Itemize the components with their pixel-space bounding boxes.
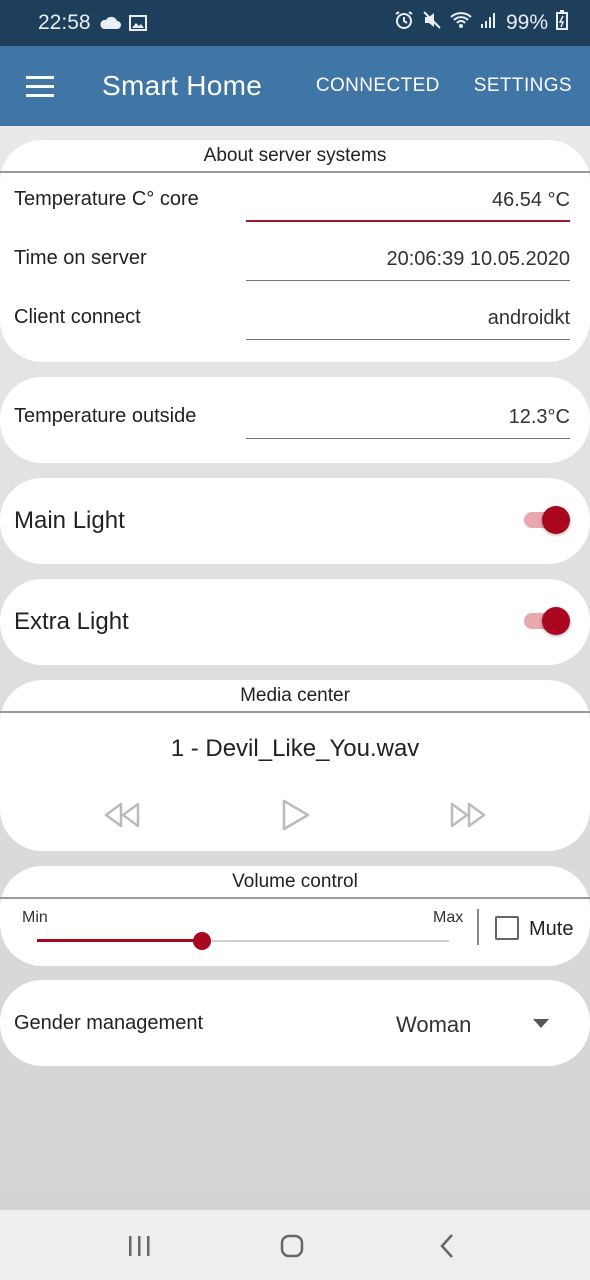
fast-forward-icon xyxy=(450,802,486,828)
switch-thumb xyxy=(542,506,570,534)
gender-label: Gender management xyxy=(14,1012,204,1034)
hamburger-icon xyxy=(26,76,54,97)
signal-icon xyxy=(480,11,498,35)
core-temp-field[interactable]: 46.54 °C xyxy=(246,182,570,222)
volume-min-label: Min xyxy=(22,909,48,926)
fast-forward-button[interactable] xyxy=(446,795,490,835)
outside-temp-field[interactable]: 12.3°C xyxy=(246,399,570,439)
core-temp-row: Temperature C° core 46.54 °C xyxy=(0,182,590,222)
dropdown-arrow-icon[interactable] xyxy=(533,1019,549,1028)
volume-card-header: Volume control xyxy=(0,866,590,899)
alarm-icon xyxy=(394,10,414,36)
main-light-card: Main Light xyxy=(0,478,590,564)
menu-button[interactable] xyxy=(0,46,80,126)
battery-percent: 99% xyxy=(505,11,548,34)
media-center-card: Media center 1 - Devil_Like_You.wav xyxy=(0,680,590,851)
system-nav-bar xyxy=(0,1210,590,1280)
recents-icon xyxy=(129,1236,150,1256)
switch-thumb xyxy=(542,607,570,635)
main-light-label: Main Light xyxy=(14,507,125,534)
media-card-header: Media center xyxy=(0,680,590,713)
image-icon xyxy=(128,15,147,31)
volume-control-card: Volume control Min Max Mute xyxy=(0,866,590,966)
mute-label: Mute xyxy=(529,918,574,940)
back-button[interactable] xyxy=(427,1230,467,1262)
app-title: Smart Home xyxy=(102,70,263,101)
play-icon xyxy=(282,799,310,831)
divider xyxy=(477,909,479,945)
slider-fill xyxy=(37,939,202,942)
outside-temp-row: Temperature outside 12.3°C xyxy=(0,399,590,439)
outside-temp-card: Temperature outside 12.3°C xyxy=(0,377,590,463)
back-icon xyxy=(440,1234,453,1258)
client-connect-row: Client connect androidkt xyxy=(0,300,590,340)
rewind-icon xyxy=(104,802,140,828)
server-info-card: About server systems Temperature C° core… xyxy=(0,140,590,362)
volume-slider[interactable] xyxy=(37,931,449,951)
server-time-row: Time on server 20:06:39 10.05.2020 xyxy=(0,241,590,281)
recents-button[interactable] xyxy=(119,1230,159,1262)
cloud-icon xyxy=(99,16,121,30)
home-icon xyxy=(280,1234,304,1258)
play-button[interactable] xyxy=(273,795,317,835)
settings-button[interactable]: SETTINGS xyxy=(457,75,590,97)
client-connect-label: Client connect xyxy=(14,306,141,328)
extra-light-switch[interactable] xyxy=(524,607,570,635)
server-time-label: Time on server xyxy=(14,247,147,269)
server-card-header: About server systems xyxy=(0,140,590,173)
volume-max-label: Max xyxy=(433,909,464,926)
battery-icon xyxy=(556,10,568,36)
slider-thumb[interactable] xyxy=(192,932,211,950)
extra-light-card: Extra Light xyxy=(0,579,590,665)
main-light-switch[interactable] xyxy=(524,506,570,534)
mute-checkbox[interactable] xyxy=(495,916,519,940)
app-bar: Smart Home CONNECTED SETTINGS xyxy=(0,46,590,126)
core-temp-label: Temperature C° core xyxy=(14,188,199,210)
client-connect-field[interactable]: androidkt xyxy=(246,300,570,340)
home-button[interactable] xyxy=(272,1230,312,1262)
track-name: 1 - Devil_Like_You.wav xyxy=(170,735,420,762)
wifi-icon xyxy=(450,11,472,35)
gender-select[interactable]: Woman xyxy=(396,1012,471,1038)
status-time: 22:58 xyxy=(38,11,91,34)
rewind-button[interactable] xyxy=(100,795,144,835)
connected-button[interactable]: CONNECTED xyxy=(299,75,457,97)
mute-icon xyxy=(422,10,442,36)
outside-temp-label: Temperature outside xyxy=(14,405,197,427)
extra-light-label: Extra Light xyxy=(14,608,129,635)
status-bar: 22:58 99% xyxy=(0,0,590,46)
server-time-field[interactable]: 20:06:39 10.05.2020 xyxy=(246,241,570,281)
gender-card: Gender management Woman xyxy=(0,980,590,1066)
